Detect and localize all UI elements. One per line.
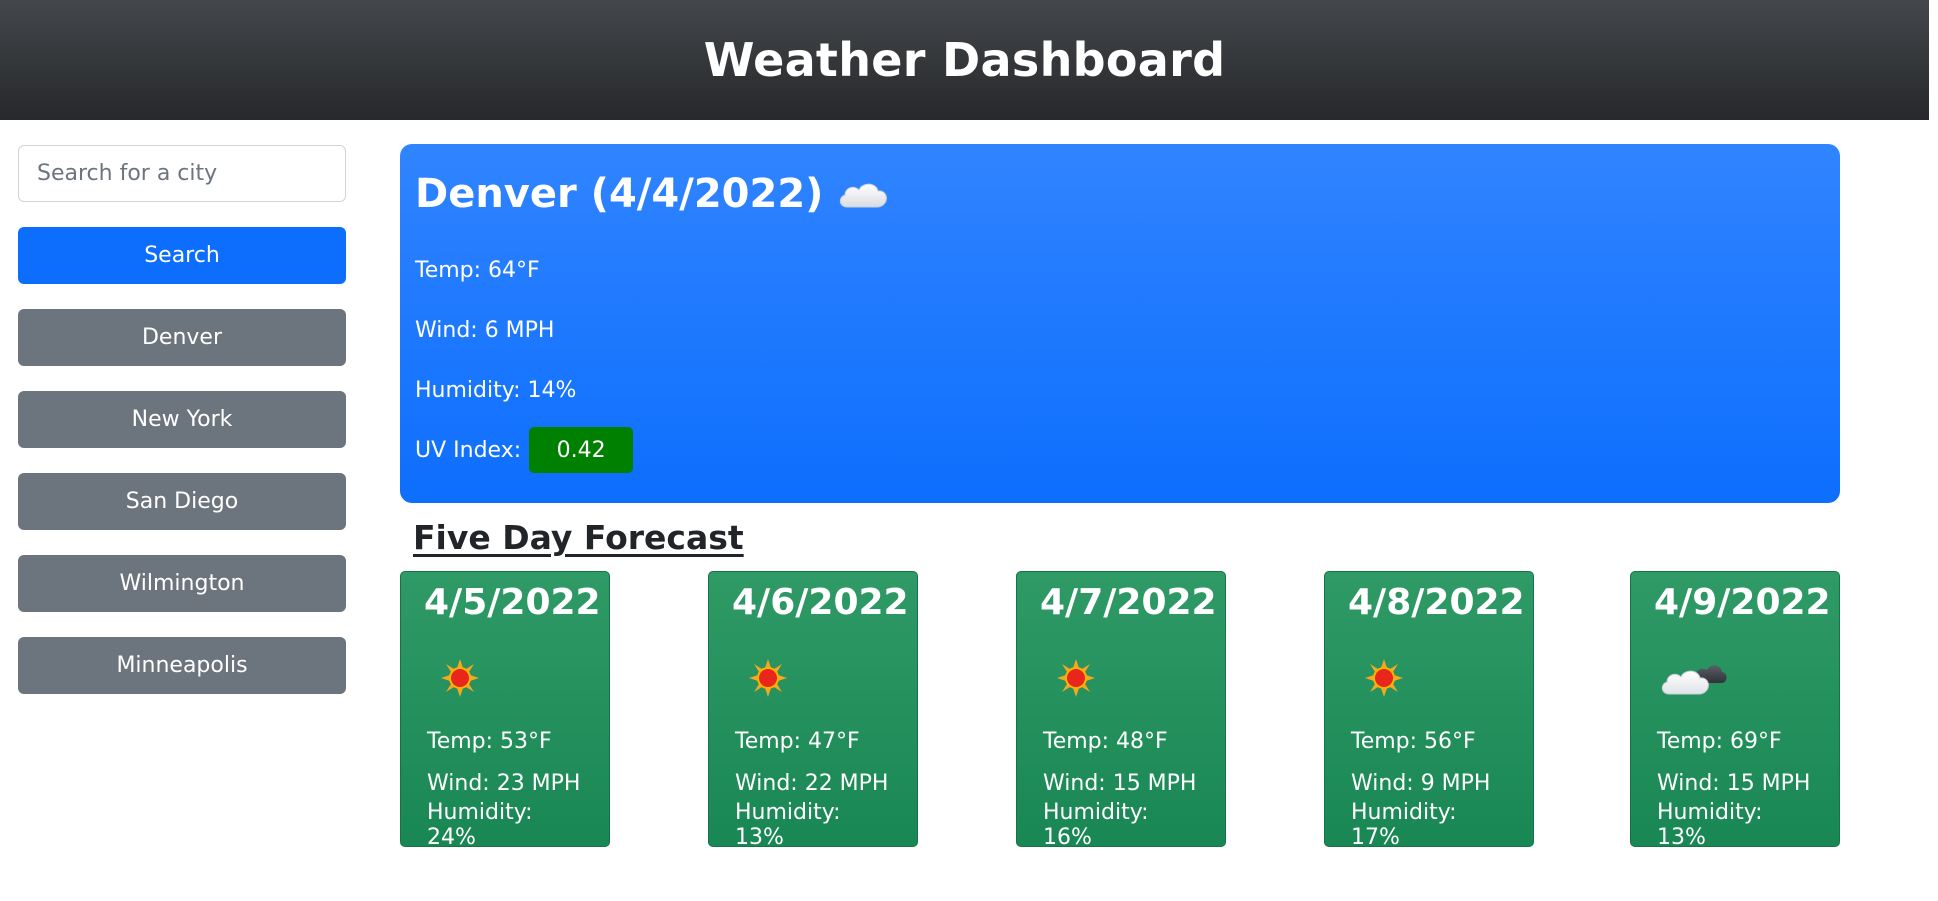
sun-icon [1057, 659, 1095, 697]
sun-icon [1365, 659, 1403, 697]
current-humidity: Humidity: 14% [415, 377, 577, 403]
current-uv-row: UV Index: 0.42 [415, 420, 1825, 480]
forecast-humidity: Humidity: 24% [427, 800, 533, 850]
forecast-temp: Temp: 47°F [735, 728, 860, 754]
uv-label: UV Index: [415, 437, 522, 463]
uv-index-badge: 0.42 [529, 427, 634, 473]
forecast-wind: Wind: 22 MPH [735, 770, 889, 796]
forecast-row: 4/5/2022 Temp: 53°F Wind: 23 MPH Humidit… [400, 571, 1840, 850]
forecast-temp: Temp: 53°F [427, 728, 552, 754]
forecast-humidity: Humidity: 13% [1657, 800, 1763, 850]
forecast-humidity: Humidity: 13% [735, 800, 841, 850]
forecast-card: 4/6/2022 Temp: 47°F Wind: 22 MPH Humidit… [708, 571, 918, 850]
forecast-temp: Temp: 69°F [1657, 728, 1782, 754]
forecast-heading: Five Day Forecast [413, 518, 744, 557]
forecast-temp: Temp: 48°F [1043, 728, 1168, 754]
current-weather-card: Denver (4/4/2022) Temp: 64°F Wind: 6 MPH… [400, 144, 1840, 503]
current-temp: Temp: 64°F [415, 257, 540, 283]
broken-clouds-icon [1661, 665, 1727, 695]
forecast-card: 4/5/2022 Temp: 53°F Wind: 23 MPH Humidit… [400, 571, 610, 850]
forecast-wind: Wind: 23 MPH [427, 770, 581, 796]
history-button-minneapolis[interactable]: Minneapolis [18, 637, 346, 694]
forecast-date: 4/5/2022 [424, 582, 601, 623]
current-weather-heading: Denver (4/4/2022) [415, 144, 1825, 240]
sun-icon [749, 659, 787, 697]
forecast-date: 4/9/2022 [1654, 582, 1831, 623]
page-title: Weather Dashboard [703, 33, 1226, 87]
history-button-wilmington[interactable]: Wilmington [18, 555, 346, 612]
history-button-denver[interactable]: Denver [18, 309, 346, 366]
forecast-card: 4/9/2022 Temp: 69°F Wind: 15 MPH Humidit… [1630, 571, 1840, 850]
search-button[interactable]: Search [18, 227, 346, 284]
app-header: Weather Dashboard [0, 0, 1929, 120]
cloud-icon [835, 177, 891, 211]
sidebar: Search Denver New York San Diego Wilming… [18, 145, 346, 694]
forecast-humidity: Humidity: 17% [1351, 800, 1457, 850]
history-button-new-york[interactable]: New York [18, 391, 346, 448]
forecast-date: 4/7/2022 [1040, 582, 1217, 623]
forecast-humidity: Humidity: 16% [1043, 800, 1149, 850]
current-wind: Wind: 6 MPH [415, 317, 555, 343]
current-city-date: Denver (4/4/2022) [415, 171, 824, 217]
sun-icon [441, 659, 479, 697]
forecast-card: 4/7/2022 Temp: 48°F Wind: 15 MPH Humidit… [1016, 571, 1226, 850]
forecast-wind: Wind: 9 MPH [1351, 770, 1491, 796]
forecast-wind: Wind: 15 MPH [1043, 770, 1197, 796]
forecast-wind: Wind: 15 MPH [1657, 770, 1811, 796]
forecast-date: 4/6/2022 [732, 582, 909, 623]
search-input[interactable] [18, 145, 346, 202]
forecast-date: 4/8/2022 [1348, 582, 1525, 623]
history-button-san-diego[interactable]: San Diego [18, 473, 346, 530]
forecast-temp: Temp: 56°F [1351, 728, 1476, 754]
forecast-card: 4/8/2022 Temp: 56°F Wind: 9 MPH Humidity… [1324, 571, 1534, 850]
